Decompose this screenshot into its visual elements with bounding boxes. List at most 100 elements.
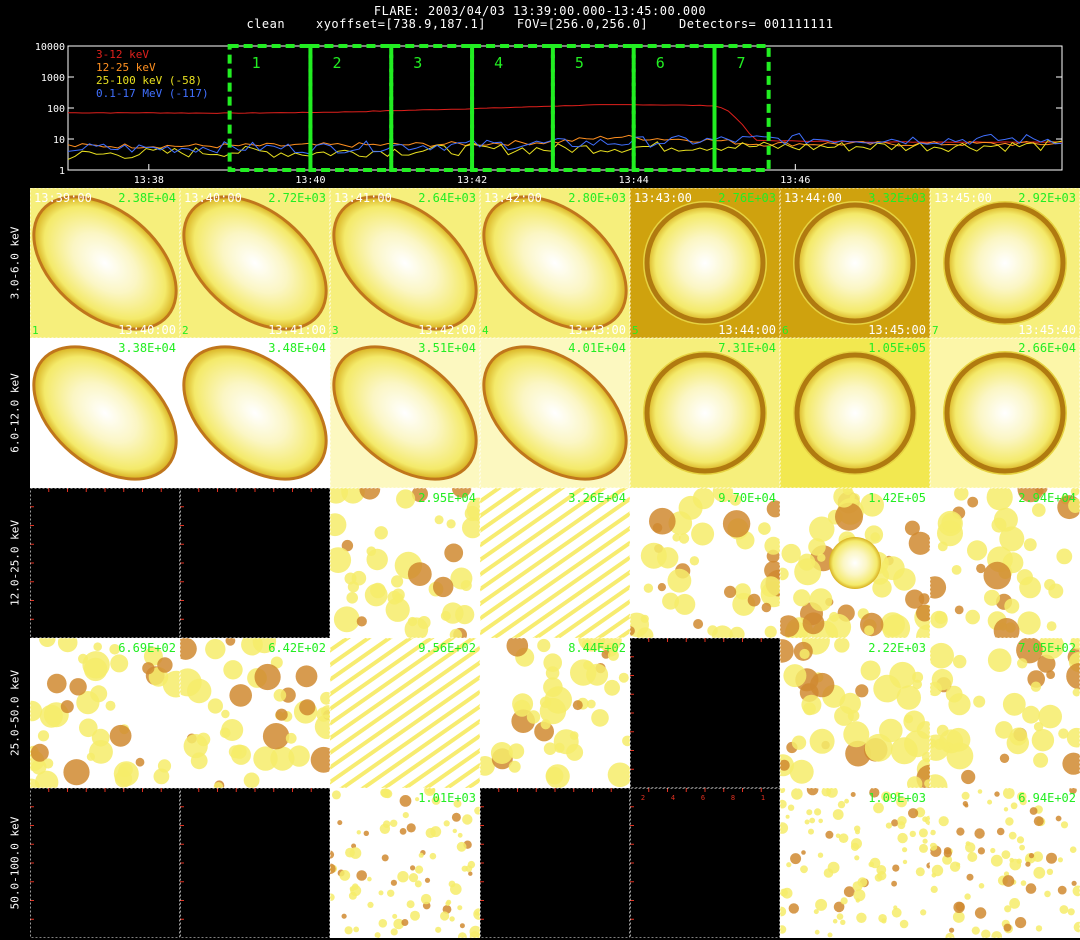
noise-blob <box>270 656 283 669</box>
noise-blob <box>836 913 844 920</box>
noise-blob <box>930 842 938 851</box>
noise-blob <box>604 679 620 696</box>
noise-blob <box>974 828 985 839</box>
image-tile <box>330 188 480 338</box>
noise-blob <box>344 926 353 935</box>
noise-blob <box>939 729 964 754</box>
noise-blob <box>433 576 454 598</box>
noise-blob <box>1070 488 1080 496</box>
noise-blob <box>1004 905 1012 913</box>
noise-blob <box>428 581 444 597</box>
noise-blob <box>330 864 338 873</box>
noise-blob <box>1025 853 1036 864</box>
noise-blob <box>273 689 287 702</box>
noise-blob <box>330 488 348 504</box>
noise-blob <box>860 660 881 681</box>
noise-blob <box>330 863 336 875</box>
noise-blob <box>930 734 950 761</box>
noise-blob <box>351 570 367 586</box>
noise-blob <box>998 622 1008 631</box>
noise-blob <box>856 912 867 923</box>
noise-blob <box>966 873 974 881</box>
noise-blob <box>854 547 877 570</box>
tile-max-value: 6.42E+02 <box>268 641 326 655</box>
noise-blob <box>915 807 926 818</box>
noise-blob <box>870 566 890 585</box>
noise-blob <box>654 544 663 553</box>
noise-blob <box>330 850 335 859</box>
image-tile <box>480 788 630 938</box>
noise-blob <box>781 887 793 899</box>
noise-blob <box>891 819 899 827</box>
noise-blob <box>761 602 772 613</box>
tile-max-value: 7.31E+04 <box>718 341 776 355</box>
noise-blob <box>1060 494 1071 505</box>
noise-blob <box>526 710 541 724</box>
noise-blob <box>891 907 902 918</box>
noise-blob <box>827 509 843 525</box>
noise-blob <box>919 843 928 853</box>
noise-blob <box>954 488 969 501</box>
noise-blob <box>780 925 787 934</box>
tile-max-value: 6.69E+02 <box>118 641 176 655</box>
noise-blob <box>367 876 372 882</box>
noise-blob <box>857 608 869 620</box>
tile-bg <box>780 788 930 938</box>
noise-blob <box>662 592 680 610</box>
tile-interval-number: 4 <box>482 324 489 337</box>
source-blob <box>182 195 328 331</box>
tile-bg <box>30 338 180 488</box>
tile-bg <box>780 638 930 788</box>
noise-blob <box>1029 807 1038 815</box>
noise-blob <box>810 545 837 572</box>
noise-blob <box>1031 729 1055 752</box>
noise-blob <box>1046 621 1057 631</box>
noise-blob <box>896 685 921 710</box>
row-label-4: 50.0-100.0 keV <box>8 816 22 910</box>
noise-blob <box>566 743 584 761</box>
x-tick-label: 13:46 <box>780 175 810 186</box>
noise-blob <box>904 714 914 724</box>
noise-blob <box>424 877 431 883</box>
noise-blob <box>747 593 761 607</box>
noise-blob <box>407 562 432 586</box>
noise-blob <box>1025 883 1037 894</box>
noise-blob <box>1034 488 1048 495</box>
noise-blob <box>729 494 742 506</box>
noise-blob <box>897 816 907 826</box>
image-tile <box>780 188 930 338</box>
noise-blob <box>994 791 1000 797</box>
noise-blob <box>799 648 810 660</box>
tile-border <box>330 338 480 488</box>
tile-start-time: 13:43:00 <box>634 191 692 205</box>
tile-bg <box>930 638 1080 788</box>
tile-border <box>480 338 630 488</box>
noise-blob <box>903 710 925 733</box>
noise-blob <box>415 865 424 874</box>
noise-blob <box>996 827 1005 836</box>
noise-blob <box>399 795 412 807</box>
noise-blob <box>981 929 991 938</box>
tile-bg <box>780 488 930 638</box>
legend-entry: 3-12 keV <box>96 48 149 61</box>
noise-blob <box>987 546 1013 573</box>
tile-max-value: 2.66E+04 <box>1018 341 1076 355</box>
noise-blob <box>943 742 954 753</box>
noise-blob <box>1044 579 1056 591</box>
noise-blob <box>578 638 606 652</box>
noise-blob <box>786 862 792 868</box>
noise-blob <box>916 758 930 781</box>
noise-blob <box>414 880 422 888</box>
noise-blob <box>553 729 579 755</box>
noise-blob <box>1027 670 1045 688</box>
tile-max-value: 2.92E+03 <box>1018 191 1076 205</box>
noise-blob <box>1008 831 1017 840</box>
noise-blob <box>711 625 734 638</box>
noise-blob <box>442 905 452 914</box>
image-tile <box>180 338 330 488</box>
source-blob <box>32 195 178 331</box>
axis-tick-label: 6 <box>701 794 705 802</box>
noise-blob <box>1066 663 1080 690</box>
noise-blob <box>1009 857 1014 863</box>
noise-blob <box>760 576 780 597</box>
